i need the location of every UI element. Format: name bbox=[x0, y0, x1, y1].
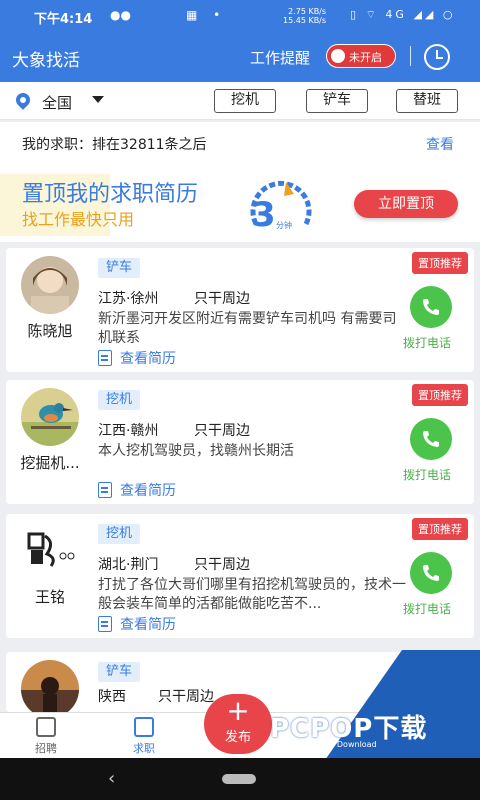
call-button[interactable] bbox=[410, 286, 452, 328]
listing-card[interactable]: 挖掘机... 挖机 江西·赣州 只干周边 本人挖机驾驶员，找赣州长期活 查看简历… bbox=[6, 380, 474, 504]
listing-description: 新沂墨河开发区附近有需要铲车司机吗 有需要司机联系 bbox=[98, 311, 397, 346]
listing-card[interactable]: 陈晓旭 铲车 江苏·徐州 只干周边 新沂墨河开发区附近有需要铲车司机吗 有需要司… bbox=[6, 248, 474, 372]
divider bbox=[410, 46, 411, 66]
filter-chip-excavator[interactable]: 挖机 bbox=[214, 89, 276, 113]
avatar bbox=[21, 388, 79, 446]
tab-job-seeking-label: 求职 bbox=[133, 742, 155, 755]
view-resume-link[interactable]: 查看简历 bbox=[98, 614, 176, 634]
system-icons: ▯ ⌔ 4G ◢◢ ○ bbox=[350, 8, 455, 22]
toggle-label: 未开启 bbox=[349, 51, 382, 64]
promo-subtitle: 找工作最快只用 bbox=[22, 210, 135, 229]
document-icon bbox=[98, 616, 112, 632]
network-type: 4G bbox=[385, 8, 407, 21]
job-type-tag: 铲车 bbox=[98, 258, 141, 278]
call-label[interactable]: 拨打电话 bbox=[403, 600, 451, 617]
job-type-tag: 挖机 bbox=[98, 390, 141, 410]
document-icon bbox=[98, 482, 112, 498]
listing-description: 打扰了各位大哥们哪里有招挖机驾驶员的，技术一般会装车简单的活都能做能吃苦不... bbox=[98, 577, 406, 612]
wifi-icon: ⌔ bbox=[365, 8, 379, 21]
view-resume-link[interactable]: 查看简历 bbox=[98, 480, 176, 500]
worker-location: 江苏·徐州 bbox=[98, 291, 159, 307]
phone-icon bbox=[423, 431, 439, 447]
worker-location: 江西·赣州 bbox=[98, 423, 159, 439]
back-icon[interactable]: ‹ bbox=[108, 768, 115, 789]
tab-recruit-label: 招聘 bbox=[35, 742, 57, 755]
call-label[interactable]: 拨打电话 bbox=[403, 334, 451, 351]
worker-name: 王铭 bbox=[34, 588, 65, 606]
location-pin-icon bbox=[13, 90, 33, 110]
pinned-badge: 置顶推荐 bbox=[412, 252, 468, 274]
person-icon bbox=[134, 717, 154, 737]
gauge-unit: 分钟 bbox=[276, 220, 292, 230]
publish-label: 发布 bbox=[224, 730, 251, 745]
promo-title: 置顶我的求职简历 bbox=[22, 182, 199, 207]
watermark-subtitle: PCPOP Download bbox=[308, 740, 377, 749]
view-resume-label: 查看简历 bbox=[120, 483, 176, 499]
system-nav-bar: ‹ bbox=[0, 758, 480, 800]
worker-location: 陕西 bbox=[98, 689, 126, 705]
work-remind-label: 工作提醒 bbox=[250, 49, 311, 67]
speed-down: 15.45 KB/s bbox=[283, 16, 327, 25]
filter-chip-substitute[interactable]: 替班 bbox=[396, 89, 458, 113]
filter-chip-loader[interactable]: 铲车 bbox=[306, 89, 368, 113]
gauge-icon: 3 分钟 bbox=[250, 180, 312, 235]
app-title: 大象找活 bbox=[12, 51, 80, 71]
speed-up: 2.75 KB/s bbox=[288, 7, 327, 16]
avatar bbox=[21, 256, 79, 314]
view-resume-label: 查看简历 bbox=[120, 351, 176, 367]
view-resume-label: 查看简历 bbox=[120, 617, 176, 633]
worker-name: 挖掘机... bbox=[20, 454, 80, 472]
view-resume-link[interactable]: 查看简历 bbox=[98, 348, 176, 368]
call-label[interactable]: 拨打电话 bbox=[403, 466, 451, 483]
region-selector[interactable]: 全国 bbox=[42, 92, 72, 113]
view-link[interactable]: 查看 bbox=[426, 134, 454, 154]
clock-icon[interactable] bbox=[424, 44, 450, 70]
call-button[interactable] bbox=[410, 418, 452, 460]
status-time: 下午4:14 bbox=[34, 12, 93, 27]
work-range: 只干周边 bbox=[194, 557, 250, 573]
pinned-badge: 置顶推荐 bbox=[412, 384, 468, 406]
tab-job-seeking[interactable]: 求职 bbox=[114, 717, 174, 756]
work-remind-toggle[interactable]: 未开启 bbox=[326, 44, 396, 68]
wechat-icon: ●● bbox=[110, 8, 131, 22]
signal-icon: ◢◢ bbox=[413, 8, 437, 21]
worker-location: 湖北·荆门 bbox=[98, 557, 159, 573]
pinned-badge: 置顶推荐 bbox=[412, 518, 468, 540]
recruit-icon bbox=[36, 717, 56, 737]
vibrate-icon: ▯ bbox=[350, 8, 360, 21]
my-job-card: 我的求职：排在32811条之后 查看 置顶我的求职简历 找工作最快只用 3 分钟… bbox=[0, 122, 480, 242]
job-type-tag: 挖机 bbox=[98, 524, 141, 544]
gauge-number: 3 bbox=[252, 195, 276, 235]
chevron-down-icon[interactable] bbox=[92, 96, 104, 103]
home-pill[interactable] bbox=[222, 774, 256, 784]
status-bar: 下午4:14 ●● ▦ • 2.75 KB/s 15.45 KB/s ▯ ⌔ 4… bbox=[0, 0, 480, 32]
avatar bbox=[21, 522, 79, 580]
listing-description: 本人挖机驾驶员，找赣州长期活 bbox=[98, 443, 294, 459]
app-bar: 大象找活 工作提醒 未开启 bbox=[0, 32, 480, 82]
phone-icon bbox=[423, 299, 439, 315]
job-ranking-status: 我的求职：排在32811条之后 bbox=[22, 137, 207, 153]
filter-bar: 全国 挖机 铲车 替班 bbox=[0, 82, 480, 120]
listing-card[interactable]: 王铭 挖机 湖北·荆门 只干周边 打扰了各位大哥们哪里有招挖机驾驶员的，技术一般… bbox=[6, 514, 474, 638]
avatar bbox=[21, 660, 79, 712]
pin-now-button[interactable]: 立即置顶 bbox=[354, 190, 458, 218]
toggle-knob bbox=[331, 49, 345, 63]
call-button[interactable] bbox=[410, 552, 452, 594]
tab-recruit[interactable]: 招聘 bbox=[16, 717, 76, 756]
job-type-tag: 铲车 bbox=[98, 662, 141, 682]
phone-icon bbox=[423, 565, 439, 581]
network-speed: 2.75 KB/s 15.45 KB/s bbox=[283, 7, 326, 25]
document-icon bbox=[98, 350, 112, 366]
work-range: 只干周边 bbox=[194, 291, 250, 307]
work-range: 只干周边 bbox=[194, 423, 250, 439]
notification-icons: ▦ • bbox=[186, 8, 227, 22]
battery-icon: ○ bbox=[442, 8, 456, 21]
worker-name: 陈晓旭 bbox=[27, 322, 73, 340]
